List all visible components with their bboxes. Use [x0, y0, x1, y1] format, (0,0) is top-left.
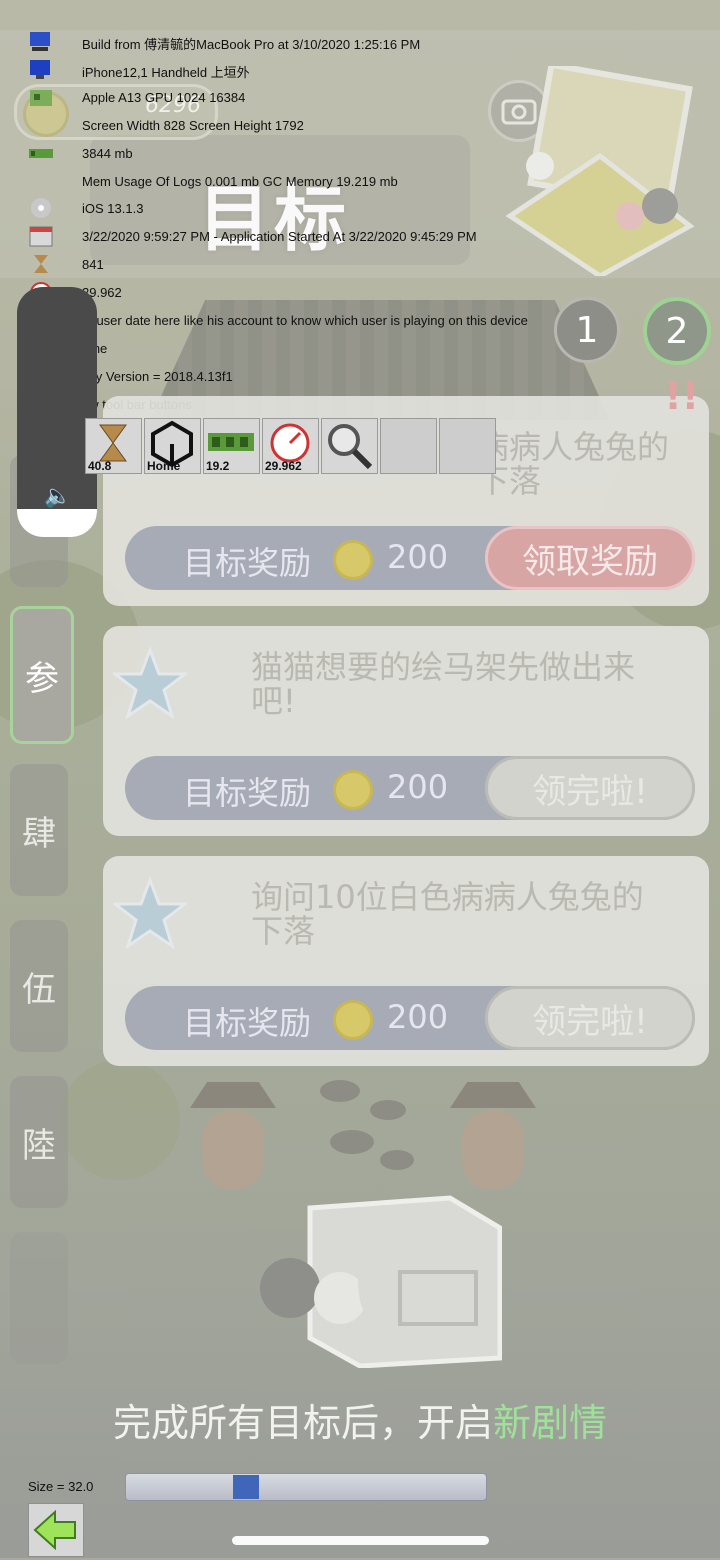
tree — [60, 1060, 180, 1180]
debug-line: iOS 13.1.3 — [82, 201, 144, 217]
side-tab-4[interactable]: 肆 — [10, 764, 68, 896]
toolbar-button-ram[interactable]: 19.2 — [203, 418, 260, 474]
size-label: Size = 32.0 — [28, 1479, 94, 1494]
stone — [370, 1100, 406, 1120]
reward-bar: 目标奖励 200 领取奖励 — [125, 526, 695, 590]
debug-line: Build from 傅清毓的MacBook Pro at 3/10/2020 … — [82, 37, 421, 52]
toolbar-caption: 40.8 — [88, 459, 112, 473]
alert-icon: !! — [664, 374, 699, 418]
claim-reward-button[interactable]: 领取奖励 — [485, 526, 695, 590]
toolbar-caption: 29.962 — [265, 459, 302, 473]
debug-line: iPhone12,1 Handheld 上垣外 — [82, 64, 250, 80]
computer-icon — [30, 32, 50, 51]
toolbar-button-empty[interactable] — [439, 418, 496, 474]
toolbar-button-gauge[interactable]: 29.962 — [262, 418, 319, 474]
home-indicator[interactable] — [232, 1536, 489, 1545]
size-slider[interactable] — [125, 1473, 487, 1501]
reward-amount: 200 — [387, 998, 449, 1036]
toolbar-button-unity[interactable]: Home — [144, 418, 201, 474]
stone — [330, 1130, 374, 1154]
toolbar-button-magnifier[interactable] — [321, 418, 378, 474]
toolbar-caption: 19.2 — [206, 459, 230, 473]
page-button-1[interactable]: 1 — [554, 297, 620, 363]
side-tab-3[interactable]: 参 — [10, 606, 74, 744]
back-button[interactable] — [28, 1503, 84, 1557]
new-story-highlight: 新剧情 — [493, 1401, 608, 1445]
goal-card-2: 猫猫想要的绘马架先做出来吧! 目标奖励 200 领完啦! — [103, 626, 709, 836]
speaker-icon: 🔈 — [44, 484, 72, 509]
magnifier-icon — [328, 424, 373, 470]
claimed-button[interactable]: 领完啦! — [485, 986, 695, 1050]
debug-line: 3844 mb — [82, 145, 133, 161]
bottom-message: 完成所有目标后，开启新剧情 — [0, 1392, 720, 1447]
ram-icon — [29, 148, 53, 158]
reward-label: 目标奖励 — [183, 544, 312, 582]
page-button-2[interactable]: 2 — [643, 297, 711, 365]
size-slider-thumb[interactable] — [233, 1475, 259, 1499]
lantern — [202, 1110, 264, 1190]
debug-line: Mem Usage Of Logs 0.001 mb GC Memory 19.… — [82, 173, 398, 189]
star-icon — [113, 876, 187, 950]
side-tab-locked[interactable] — [10, 1232, 68, 1364]
debug-line: nity Version = 2018.4.13f1 — [82, 368, 233, 384]
reward-label: 目标奖励 — [183, 1004, 312, 1042]
debug-line: Apple A13 GPU 1024 16384 — [82, 89, 246, 105]
reward-bar: 目标奖励 200 领完啦! — [125, 986, 695, 1050]
volume-hud: 🔈 — [17, 287, 97, 537]
toolbar-button-empty[interactable] — [380, 418, 437, 474]
goal-text: 病病人兔兔的下落 — [477, 428, 670, 500]
goal-text: 猫猫想要的绘马架先做出来吧! — [251, 648, 636, 720]
goal-text: 询问10位白色病病人兔兔的下落 — [251, 878, 644, 950]
side-tab-5[interactable]: 伍 — [10, 920, 68, 1052]
stone — [320, 1080, 360, 1102]
side-tab-6[interactable]: 陸 — [10, 1076, 68, 1208]
coin-icon — [333, 540, 373, 580]
back-arrow-icon — [33, 1509, 76, 1551]
monitor-icon — [30, 59, 50, 79]
stone — [380, 1150, 414, 1170]
goal-card-3: 询问10位白色病病人兔兔的下落 目标奖励 200 领完啦! — [103, 856, 709, 1066]
debug-line: ut user date here like his account to kn… — [82, 313, 528, 328]
toolbar-caption: Home — [147, 459, 181, 473]
disc-icon — [31, 198, 51, 219]
debug-line: 3/22/2020 9:59:27 PM - Application Start… — [82, 229, 477, 245]
star-icon — [113, 646, 187, 720]
coin-icon — [333, 770, 373, 810]
toolbar-button-hourglass[interactable]: 40.8 — [85, 418, 142, 474]
coin-icon — [333, 1000, 373, 1040]
bottom-message-text: 完成所有目标后，开启 — [112, 1401, 493, 1445]
debug-line: 841 — [82, 257, 104, 273]
reward-amount: 200 — [387, 538, 449, 576]
gpu-card-icon — [30, 89, 52, 106]
reward-bar: 目标奖励 200 领完啦! — [125, 756, 695, 820]
debug-toolbar: 40.8 Home 19.2 29.962 — [85, 418, 498, 474]
chest-illustration — [260, 1195, 502, 1368]
debug-line: Screen Width 828 Screen Height 1792 — [82, 117, 304, 133]
reward-label: 目标奖励 — [183, 774, 312, 812]
volume-level — [17, 509, 97, 537]
calendar-icon — [29, 226, 53, 247]
reward-amount: 200 — [387, 768, 449, 806]
hourglass-icon — [34, 255, 48, 274]
claimed-button[interactable]: 领完啦! — [485, 756, 695, 820]
lantern — [462, 1110, 524, 1190]
